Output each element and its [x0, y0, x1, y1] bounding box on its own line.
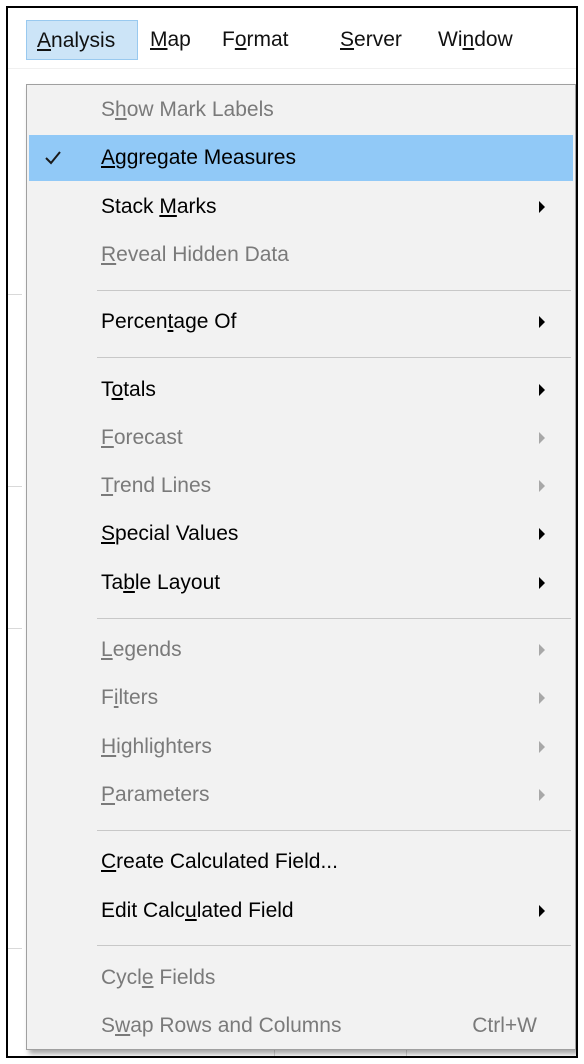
- menu-item-label: Percentage Of: [101, 310, 237, 334]
- background-gridline: [8, 948, 22, 949]
- menu-separator: [97, 829, 571, 831]
- menu-item-label: Highlighters: [101, 734, 212, 758]
- background-gridline: [8, 486, 22, 487]
- submenu-arrow-icon: [539, 480, 545, 493]
- menu-item-create-calculated-field[interactable]: Create Calculated Field...: [29, 839, 573, 885]
- menu-item-parameters[interactable]: Parameters: [29, 772, 573, 818]
- menu-separator: [97, 945, 571, 947]
- menu-item-label: Edit Calculated Field: [101, 898, 294, 922]
- menu-separator: [97, 357, 571, 358]
- checkmark-icon: [43, 135, 63, 181]
- menu-item-label: Special Values: [101, 522, 239, 546]
- menu-item-label: Parameters: [101, 782, 210, 806]
- shortcut-label: Ctrl+W: [472, 1014, 537, 1038]
- menu-item-label: Stack Marks: [101, 194, 217, 218]
- submenu-arrow-icon: [539, 431, 545, 444]
- background-gridline: [8, 628, 22, 629]
- submenu-arrow-icon: [539, 904, 545, 917]
- menu-item-filters[interactable]: Filters: [29, 675, 573, 721]
- menu-item-label: Reveal Hidden Data: [101, 242, 289, 266]
- submenu-arrow-icon: [539, 316, 545, 329]
- menu-item-label: Swap Rows and Columns: [101, 1014, 342, 1038]
- menu-item-label: Legends: [101, 638, 182, 661]
- menu-item-label: Create Calculated Field...: [101, 850, 338, 874]
- menubar-item-window[interactable]: Window: [428, 20, 548, 60]
- menu-separator: [97, 289, 571, 291]
- menu-item-label: Show Mark Labels: [101, 98, 274, 121]
- menu-item-stack-marks[interactable]: Stack Marks: [29, 184, 573, 230]
- menu-item-legends[interactable]: Legends: [29, 627, 573, 673]
- menu-item-label: Table Layout: [101, 570, 221, 594]
- menu-item-label: Cycle Fields: [101, 965, 216, 989]
- submenu-arrow-icon: [539, 383, 545, 396]
- menubar-item-format[interactable]: Format: [212, 20, 328, 60]
- menubar: Analysis Map Format Server Window: [8, 8, 576, 69]
- submenu-arrow-icon: [539, 692, 545, 705]
- menu-item-show-mark-labels[interactable]: Show Mark Labels: [29, 87, 573, 133]
- menu-item-table-layout[interactable]: Table Layout: [29, 560, 573, 606]
- menu-item-reveal-hidden-data[interactable]: Reveal Hidden Data: [29, 232, 573, 278]
- menu-item-label: Trend Lines: [101, 474, 212, 498]
- menu-item-cycle-fields[interactable]: Cycle Fields: [29, 955, 573, 1001]
- submenu-arrow-icon: [539, 788, 545, 801]
- menubar-item-analysis[interactable]: Analysis: [26, 20, 138, 60]
- menu-item-edit-calculated-field[interactable]: Edit Calculated Field: [29, 888, 573, 934]
- submenu-arrow-icon: [539, 528, 545, 541]
- background-gridline: [8, 294, 22, 295]
- menu-separator: [97, 617, 571, 619]
- menu-item-label: Forecast: [101, 425, 183, 449]
- menu-item-label: Totals: [101, 377, 156, 401]
- submenu-arrow-icon: [539, 576, 545, 589]
- submenu-arrow-icon: [539, 740, 545, 753]
- menu-item-percentage-of[interactable]: Percentage Of: [29, 299, 573, 345]
- menu-item-swap-rows-and-columns[interactable]: Swap Rows and Columns Ctrl+W: [29, 1003, 573, 1049]
- app-window: Analysis Map Format Server Window Show Mark …: [6, 6, 578, 1058]
- analysis-dropdown-menu: Show Mark Labels Aggregate Measures Stack …: [26, 84, 576, 1050]
- menu-item-trend-lines[interactable]: Trend Lines: [29, 463, 573, 509]
- menubar-item-map[interactable]: Map: [140, 20, 210, 60]
- menu-item-forecast[interactable]: Forecast: [29, 415, 573, 461]
- menu-item-aggregate-measures[interactable]: Aggregate Measures: [29, 135, 573, 182]
- menubar-item-server[interactable]: Server: [330, 20, 426, 60]
- menu-item-special-values[interactable]: Special Values: [29, 511, 573, 557]
- submenu-arrow-icon: [539, 200, 545, 213]
- submenu-arrow-icon: [539, 644, 545, 656]
- menu-item-label: Filters: [101, 686, 159, 710]
- menu-item-totals[interactable]: Totals: [29, 367, 573, 413]
- menu-item-label: Aggregate Measures: [101, 146, 296, 170]
- menu-item-highlighters[interactable]: Highlighters: [29, 724, 573, 770]
